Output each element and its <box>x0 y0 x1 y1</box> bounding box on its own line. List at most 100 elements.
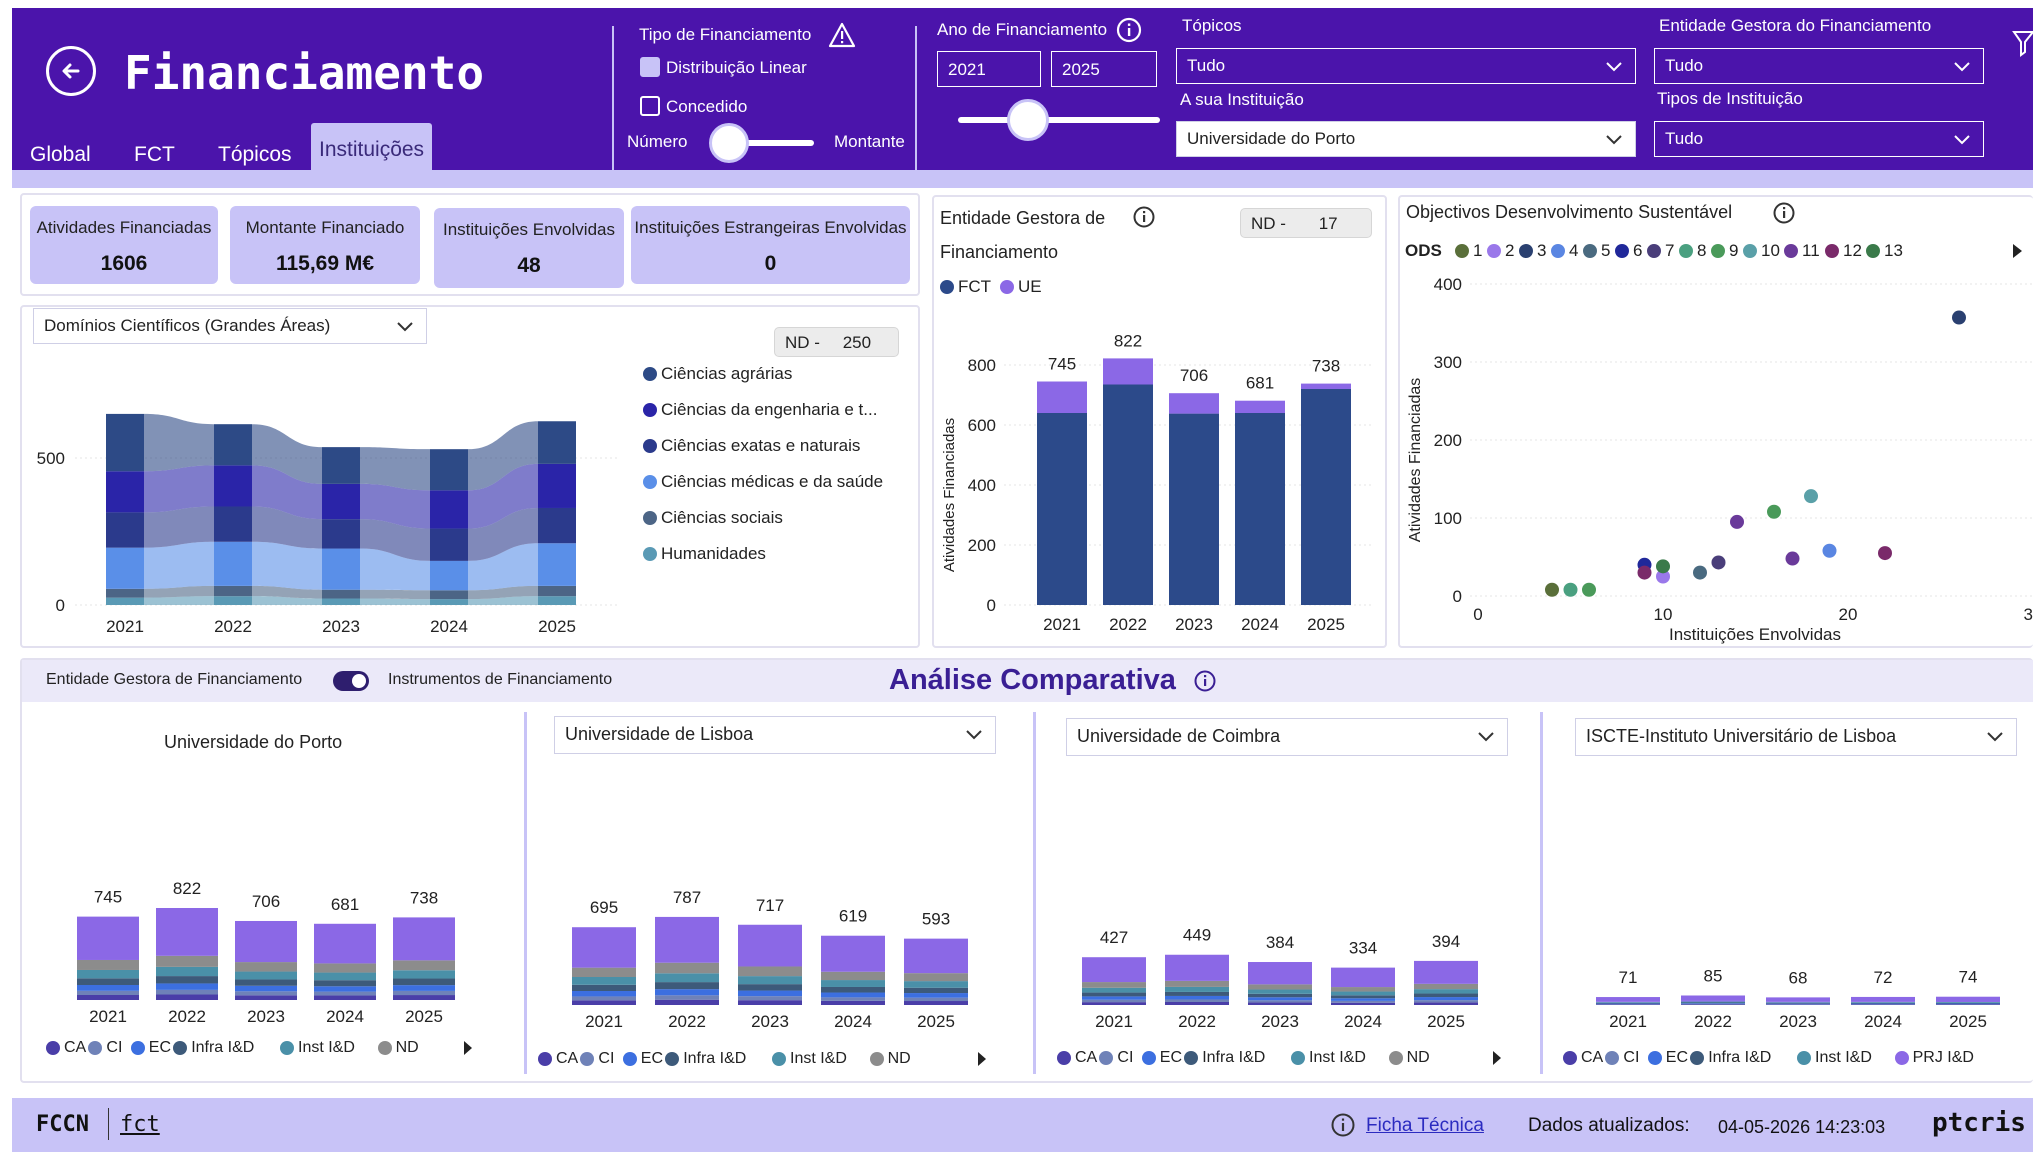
ficha-tecnica-link[interactable]: Ficha Técnica <box>1366 1115 1484 1137</box>
legend-item[interactable]: 6 <box>1615 241 1642 261</box>
legend-item[interactable]: CI <box>580 1050 614 1068</box>
legend-item[interactable]: PRJ I&D <box>1894 1049 1974 1067</box>
info-icon[interactable] <box>1115 16 1143 44</box>
bar-segment-fct <box>1103 384 1153 605</box>
kpi-estrangeiras: Instituições Estrangeiras Envolvidas 0 <box>631 206 910 284</box>
topicos-select[interactable]: Tudo <box>1176 48 1636 84</box>
ano-slider-handle[interactable] <box>1007 99 1049 141</box>
nd-value: 250 <box>842 333 872 352</box>
legend-item[interactable]: 13 <box>1866 241 1903 261</box>
bar-segment <box>1082 1002 1146 1005</box>
comparativa-select-2[interactable]: Universidade de Lisboa <box>554 716 996 754</box>
stack-segment <box>214 585 252 597</box>
bar-segment <box>1681 1002 1745 1004</box>
legend-item[interactable]: 3 <box>1519 241 1546 261</box>
dominios-select[interactable]: Domínios Científicos (Grandes Áreas) <box>33 308 427 344</box>
bar-segment <box>1936 1002 2000 1003</box>
legend-item[interactable]: Inst I&D <box>1291 1049 1366 1067</box>
legend-item[interactable]: EC <box>622 1050 663 1068</box>
legend-item[interactable]: FCT <box>940 277 991 297</box>
legend-item[interactable]: 2 <box>1487 241 1514 261</box>
ano-to-input[interactable]: 2025 <box>1051 51 1157 87</box>
legend-item[interactable]: 1 <box>1455 241 1482 261</box>
ods-title: Objectivos Desenvolvimento Sustentável <box>1406 202 1733 222</box>
info-icon[interactable] <box>1193 669 1217 693</box>
info-icon[interactable] <box>1132 205 1156 229</box>
legend-item[interactable]: CI <box>1099 1049 1133 1067</box>
legend-item[interactable]: 4 <box>1551 241 1578 261</box>
comparativa-toggle[interactable] <box>333 671 369 691</box>
back-button[interactable] <box>46 46 96 96</box>
legend-next-arrow-icon[interactable] <box>1491 1050 1503 1066</box>
legend-item[interactable]: 8 <box>1679 241 1706 261</box>
filter-icon[interactable] <box>2012 28 2033 58</box>
legend-item[interactable]: Ciências exatas e naturais <box>643 436 860 456</box>
tab-instituicoes[interactable]: Instituições <box>311 123 433 177</box>
legend-item[interactable]: 11 <box>1784 241 1820 261</box>
legend-item[interactable]: Infra I&D <box>1184 1049 1265 1067</box>
legend-item[interactable]: CI <box>88 1039 122 1057</box>
legend-item[interactable]: CA <box>46 1039 86 1057</box>
bar-segment <box>655 982 719 990</box>
warning-icon[interactable] <box>828 22 856 48</box>
bar-segment <box>1414 989 1478 994</box>
instituicao-select[interactable]: Universidade do Porto <box>1176 121 1636 157</box>
numero-label: Número <box>627 132 688 151</box>
legend-item[interactable]: 12 <box>1825 241 1862 261</box>
info-icon[interactable] <box>1772 201 1796 225</box>
legend-item[interactable]: EC <box>130 1039 171 1057</box>
comparativa-chart-porto: 745 2021 822 2022 706 2023 681 2024 738 2025 <box>77 879 455 1026</box>
legend-item[interactable]: Inst I&D <box>1797 1049 1872 1067</box>
ribbon-ci-ncias-m-dicas-e-da-sa-de <box>144 541 214 589</box>
chevron-down-icon <box>1606 135 1622 145</box>
y-tick-label: 600 <box>968 416 996 435</box>
kpi-value: 115,69 M€ <box>275 252 375 275</box>
legend-item[interactable]: Inst I&D <box>772 1050 847 1068</box>
legend-item[interactable]: 9 <box>1711 241 1738 261</box>
data-label: 787 <box>673 888 701 907</box>
bar-segment <box>1165 954 1229 981</box>
info-icon[interactable] <box>1330 1112 1356 1138</box>
legend-item[interactable]: ND <box>869 1050 911 1068</box>
legend-item[interactable]: Inst I&D <box>280 1039 355 1057</box>
legend-item[interactable]: Infra I&D <box>173 1039 254 1057</box>
comparativa-select-3[interactable]: Universidade de Coimbra <box>1066 718 1508 756</box>
legend-item[interactable]: CI <box>1605 1049 1639 1067</box>
tipos-instituicao-select[interactable]: Tudo <box>1654 121 1984 157</box>
legend-item[interactable]: Ciências agrárias <box>643 364 792 384</box>
legend-item[interactable]: UE <box>1000 277 1042 297</box>
legend-item[interactable]: ND <box>1388 1049 1430 1067</box>
legend-item[interactable]: CA <box>538 1050 578 1068</box>
legend-item[interactable]: CA <box>1563 1049 1603 1067</box>
legend-item[interactable]: 10 <box>1743 241 1780 261</box>
legend-next-arrow-icon[interactable] <box>2010 242 2024 260</box>
comparativa-chart-lisboa: 695 2021 787 2022 717 2023 619 2024 593 2025 <box>572 888 968 1031</box>
numero-montante-toggle-knob[interactable] <box>709 123 749 163</box>
legend-item[interactable]: Infra I&D <box>665 1050 746 1068</box>
ano-from-input[interactable]: 2021 <box>937 51 1041 87</box>
fccn-logo: FCCN <box>36 1112 89 1137</box>
entidade-gestora-select[interactable]: Tudo <box>1654 48 1984 84</box>
legend-item[interactable]: EC <box>1141 1049 1182 1067</box>
legend-next-arrow-icon[interactable] <box>976 1051 988 1067</box>
legend-item[interactable]: Ciências da engenharia e t... <box>643 400 877 420</box>
legend-item[interactable]: EC <box>1647 1049 1688 1067</box>
legend-item[interactable]: Infra I&D <box>1690 1049 1771 1067</box>
legend-item[interactable]: 5 <box>1583 241 1610 261</box>
legend-item[interactable]: ND <box>377 1039 419 1057</box>
legend-item[interactable]: Humanidades <box>643 544 766 564</box>
bar-segment <box>655 962 719 974</box>
legend-label: 6 <box>1633 241 1643 260</box>
legend-label: 4 <box>1569 241 1579 260</box>
legend-next-arrow-icon[interactable] <box>462 1040 474 1056</box>
distribuicao-linear-checkbox[interactable] <box>640 57 660 77</box>
bar-segment <box>1596 1003 1660 1005</box>
legend-item[interactable]: Ciências sociais <box>643 508 783 528</box>
ano-range-slider[interactable] <box>958 117 1160 123</box>
legend-item[interactable]: 7 <box>1647 241 1674 261</box>
x-tick-label: 2024 <box>834 1012 872 1031</box>
legend-item[interactable]: Ciências médicas e da saúde <box>643 472 883 492</box>
legend-item[interactable]: CA <box>1057 1049 1097 1067</box>
concedido-checkbox[interactable] <box>640 96 660 116</box>
comparativa-select-4[interactable]: ISCTE-Instituto Universitário de Lisboa <box>1575 718 2017 756</box>
